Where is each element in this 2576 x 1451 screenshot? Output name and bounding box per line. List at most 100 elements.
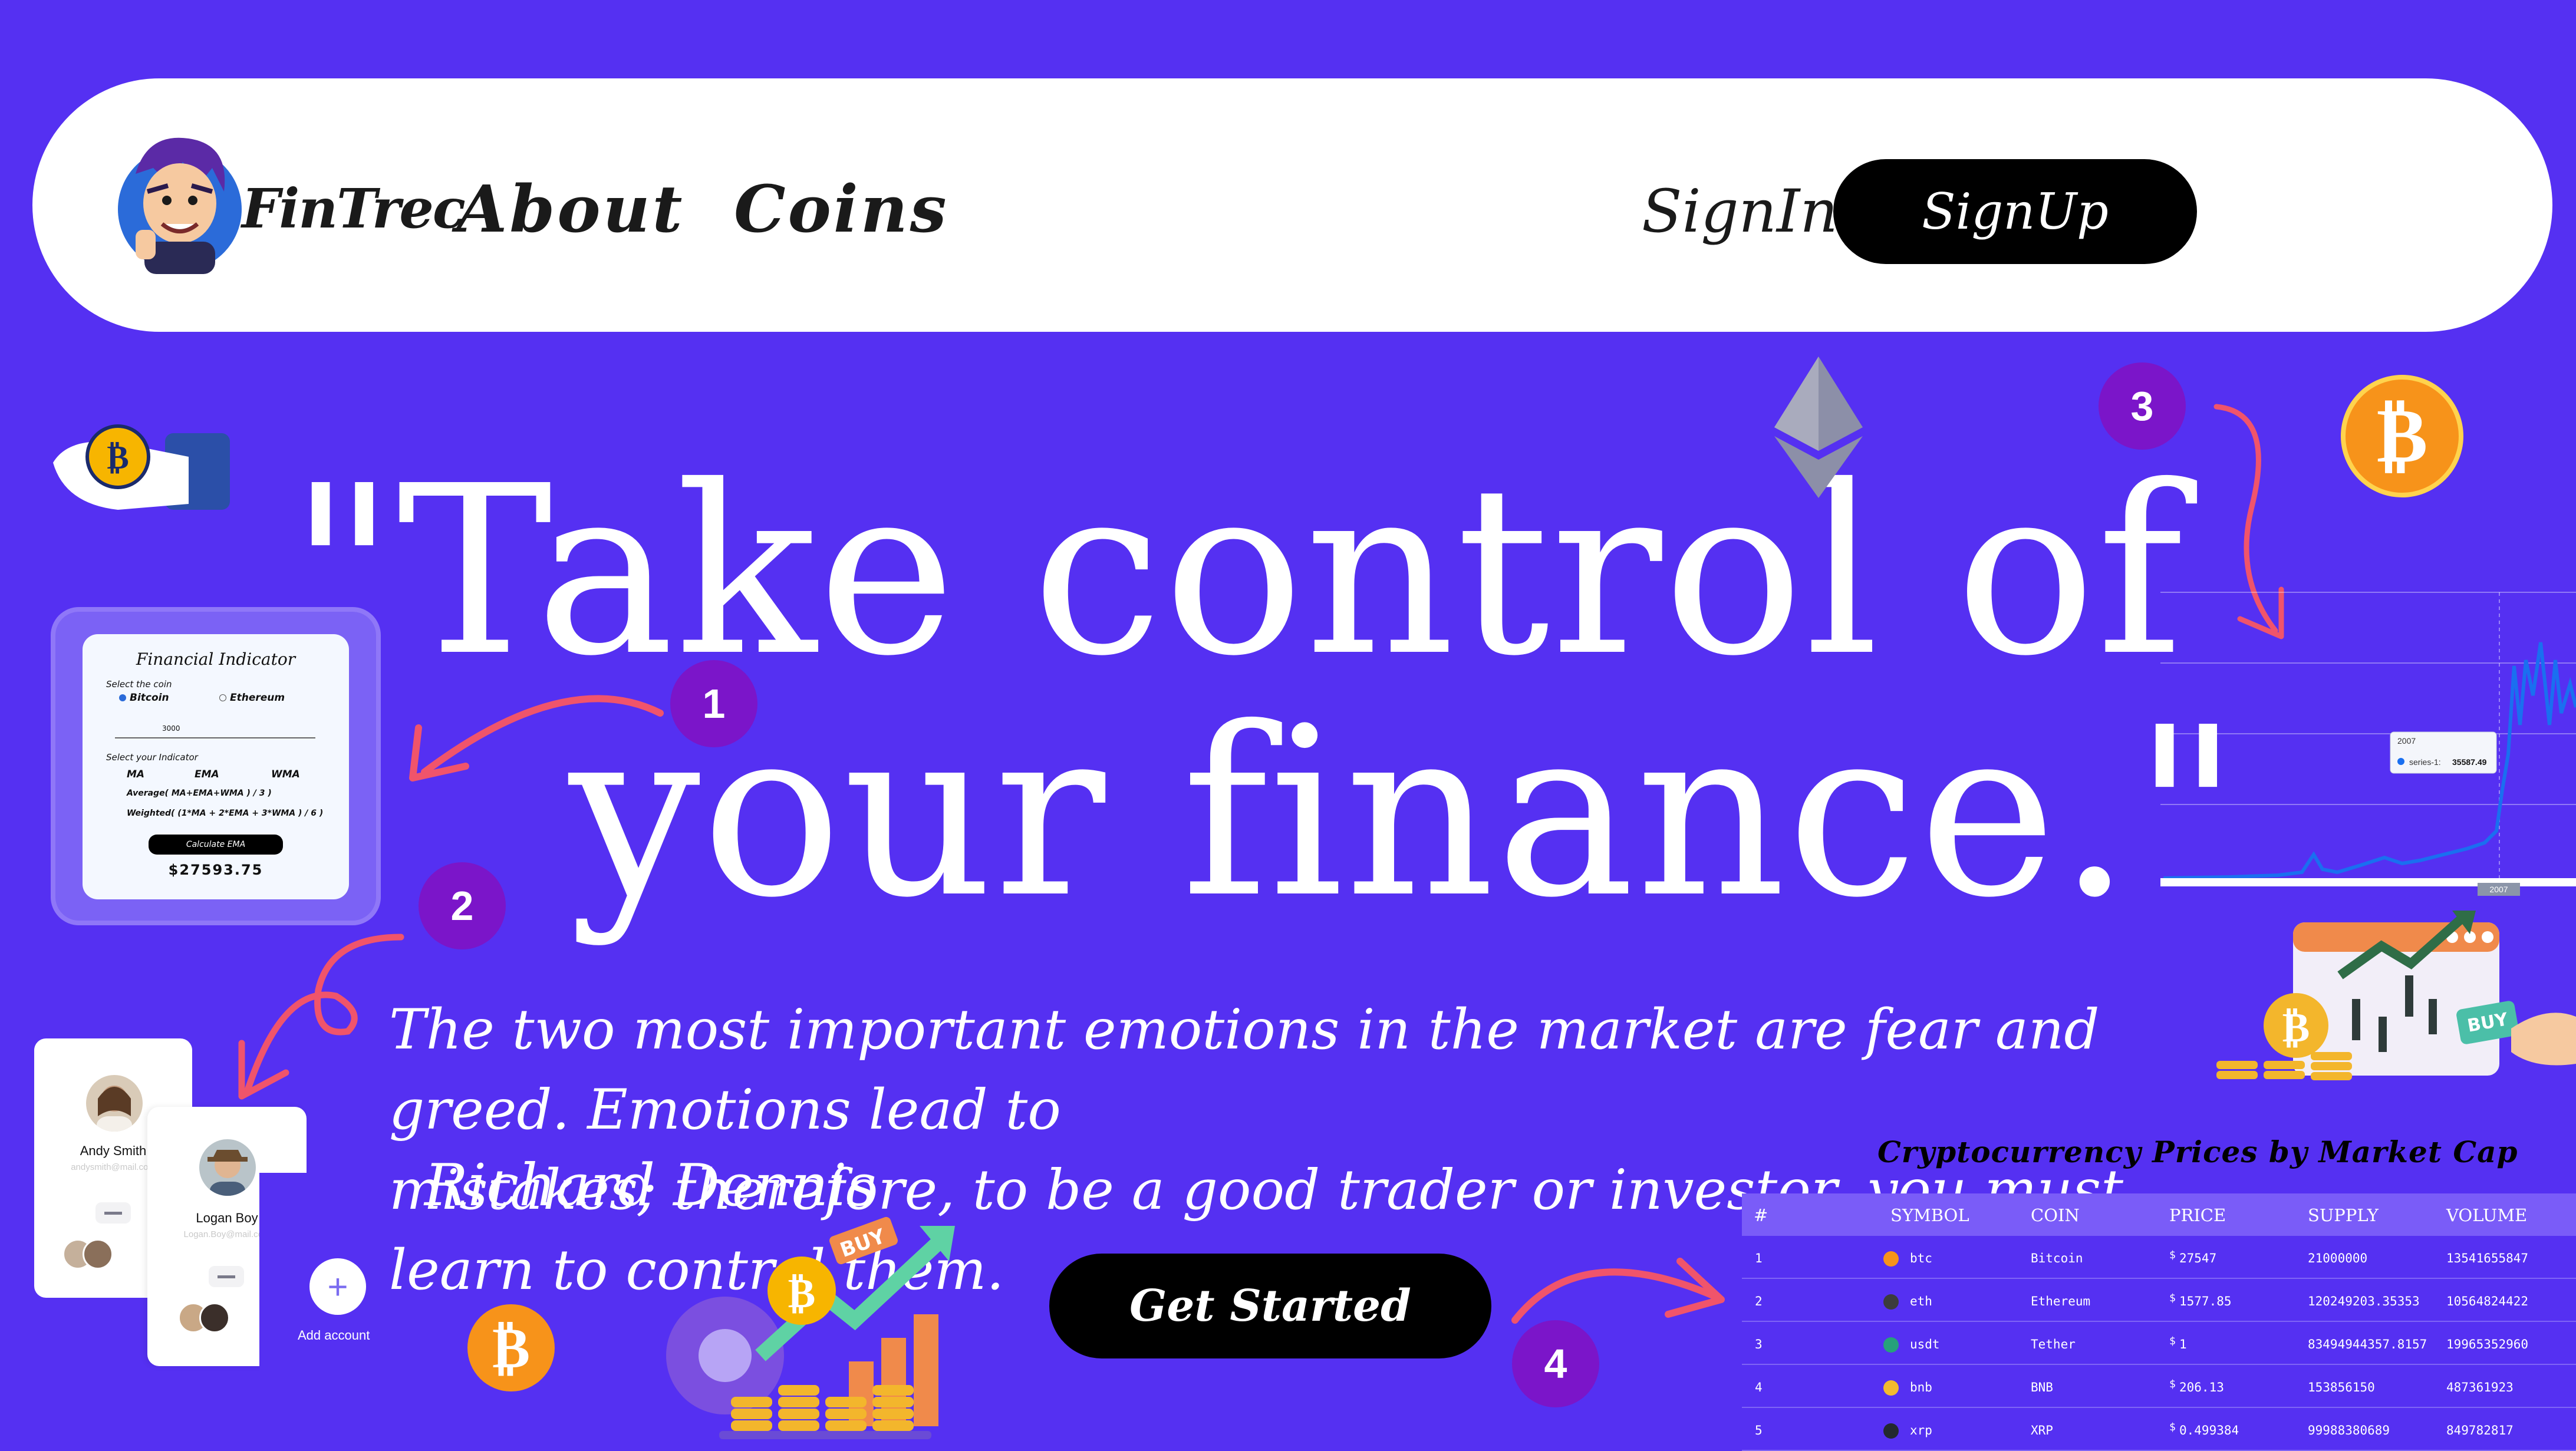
col-coin: COIN (2031, 1205, 2080, 1225)
signup-button[interactable]: SignUp (1833, 159, 2197, 264)
quote-line-1: The two most important emotions in the m… (389, 998, 2100, 1142)
bitcoin-icon: ₿ (2340, 374, 2464, 500)
market-table-title: Cryptocurrency Prices by Market Cap (1877, 1135, 2518, 1169)
cell-symbol: xrp (1910, 1423, 1932, 1437)
chart-axis-label: 2007 (2489, 885, 2508, 894)
add-account-button[interactable]: + (309, 1258, 366, 1315)
nav-link-about[interactable]: About (457, 171, 684, 247)
chart-tooltip-value: 35587.49 (2452, 757, 2487, 767)
cell-volume: 13541655847 (2446, 1251, 2529, 1265)
fi-indicator-wma[interactable]: WMA (271, 769, 300, 780)
avatar-small (83, 1239, 113, 1269)
chart-tooltip-series: series-1: (2409, 757, 2441, 767)
hero-headline-line1: "Take control of (289, 436, 2185, 707)
table-row[interactable]: 2 eth Ethereum $1577.85 120249203.35353 10564… (1742, 1279, 2576, 1322)
cell-price: 27547 (2179, 1251, 2217, 1265)
btc-icon (1883, 1251, 1899, 1267)
fi-select-coin-label: Select the coin (106, 679, 172, 690)
fi-title: Financial Indicator (136, 649, 296, 669)
arrow-2 (238, 934, 404, 1100)
step-badge-3: 3 (2099, 362, 2186, 450)
cell-volume: 487361923 (2446, 1380, 2514, 1394)
table-row[interactable]: 1 btc Bitcoin $27547 21000000 13541655847 (1742, 1236, 2576, 1279)
cell-price: 1577.85 (2179, 1294, 2232, 1308)
currency-symbol: $ (2169, 1249, 2176, 1261)
fi-option-average[interactable]: Average( MA+EMA+WMA ) / 3 ) (127, 789, 272, 798)
cell-rank: 2 (1755, 1294, 1763, 1308)
nav-link-coins[interactable]: Coins (734, 171, 949, 247)
currency-symbol: $ (2169, 1378, 2176, 1390)
col-volume: VOLUME (2446, 1205, 2528, 1225)
cell-rank: 1 (1755, 1251, 1763, 1265)
table-row[interactable]: 4 bnb BNB $206.13 153856150 487361923 (1742, 1365, 2576, 1408)
market-table-header: # SYMBOL COIN PRICE SUPPLY VOLUME (1742, 1193, 2576, 1236)
cell-volume: 849782817 (2446, 1423, 2514, 1437)
fi-indicator-ma[interactable]: MA (127, 769, 144, 780)
col-symbol: SYMBOL (1890, 1205, 1969, 1225)
cell-price: 1 (2179, 1337, 2187, 1351)
cell-rank: 5 (1755, 1423, 1763, 1437)
table-row[interactable]: 3 usdt Tether $1 83494944357.8157 19965352960 (1742, 1322, 2576, 1365)
investment-growth-illustration: ₿ BUY (660, 1202, 990, 1446)
avatar-small (199, 1302, 230, 1333)
fi-radio-bitcoin[interactable] (119, 694, 126, 701)
col-price: PRICE (2169, 1205, 2226, 1225)
avatar (199, 1139, 256, 1196)
cell-price: 206.13 (2179, 1380, 2224, 1394)
brand-logo[interactable] (112, 127, 248, 274)
fi-coin-ethereum[interactable]: Ethereum (230, 692, 285, 704)
signin-link[interactable]: SignIn (1642, 177, 1838, 246)
usdt-icon (1883, 1337, 1899, 1353)
financial-indicator-card: Financial Indicator Select the coin Bitc… (83, 634, 349, 899)
cell-rank: 4 (1755, 1380, 1763, 1394)
get-started-button[interactable]: Get Started (1049, 1254, 1491, 1358)
avatar (86, 1075, 143, 1132)
cell-supply: 83494944357.8157 (2308, 1337, 2427, 1351)
fi-amount-input[interactable]: 3000 (115, 724, 315, 738)
step-badge-4: 4 (1512, 1320, 1599, 1407)
bitcoin-hand-icon: ₿ (47, 410, 236, 524)
currency-symbol: $ (2169, 1421, 2176, 1433)
cell-supply: 21000000 (2308, 1251, 2368, 1265)
account-action-button[interactable] (209, 1266, 244, 1287)
cell-volume: 10564824422 (2446, 1294, 2529, 1308)
trading-chart-illustration: BUY ₿ (2216, 911, 2576, 1090)
bitcoin-small-icon: ₿ (466, 1302, 557, 1396)
svg-text:₿: ₿ (2282, 1003, 2310, 1051)
col-supply: SUPPLY (2308, 1205, 2379, 1225)
svg-text:₿: ₿ (107, 438, 129, 477)
cell-coin: Ethereum (2031, 1294, 2091, 1308)
bnb-icon (1883, 1380, 1899, 1396)
cell-symbol: usdt (1910, 1337, 1940, 1351)
account-action-button[interactable] (95, 1202, 131, 1224)
fi-indicator-ema[interactable]: EMA (195, 769, 219, 780)
arrow-1 (409, 695, 664, 781)
svg-text:₿: ₿ (492, 1315, 530, 1381)
price-history-chart[interactable]: 2007 2007 series-1: 35587.49 (2113, 578, 2576, 896)
svg-text:₿: ₿ (2377, 390, 2428, 480)
cell-rank: 3 (1755, 1337, 1763, 1351)
fi-result: $27593.75 (168, 862, 263, 878)
cell-symbol: btc (1910, 1251, 1932, 1265)
cell-volume: 19965352960 (2446, 1337, 2529, 1351)
fi-coin-bitcoin[interactable]: Bitcoin (130, 692, 169, 704)
fi-calculate-button[interactable]: Calculate EMA (149, 835, 283, 855)
step-badge-2: 2 (419, 862, 506, 949)
cell-supply: 120249203.35353 (2308, 1294, 2420, 1308)
add-account-label[interactable]: Add account (298, 1328, 370, 1343)
col-rank: # (1754, 1205, 1768, 1225)
cell-coin: Tether (2031, 1337, 2076, 1351)
chart-tooltip-year: 2007 (2397, 736, 2416, 746)
cell-supply: 99988380689 (2308, 1423, 2390, 1437)
cell-coin: Bitcoin (2031, 1251, 2083, 1265)
table-row[interactable]: 5 xrp XRP $0.499384 99988380689 849782817 (1742, 1408, 2576, 1451)
fi-option-weighted[interactable]: Weighted( (1*MA + 2*EMA + 3*WMA ) / 6 ) (127, 809, 323, 818)
eth-icon (1883, 1294, 1899, 1310)
cell-symbol: bnb (1910, 1380, 1932, 1394)
currency-symbol: $ (2169, 1292, 2176, 1304)
cell-symbol: eth (1910, 1294, 1932, 1308)
cell-supply: 153856150 (2308, 1380, 2375, 1394)
brand-name[interactable]: FinTrec (242, 177, 466, 240)
market-table: # SYMBOL COIN PRICE SUPPLY VOLUME 1 btc Bi… (1742, 1193, 2576, 1451)
fi-radio-ethereum[interactable] (219, 694, 226, 701)
